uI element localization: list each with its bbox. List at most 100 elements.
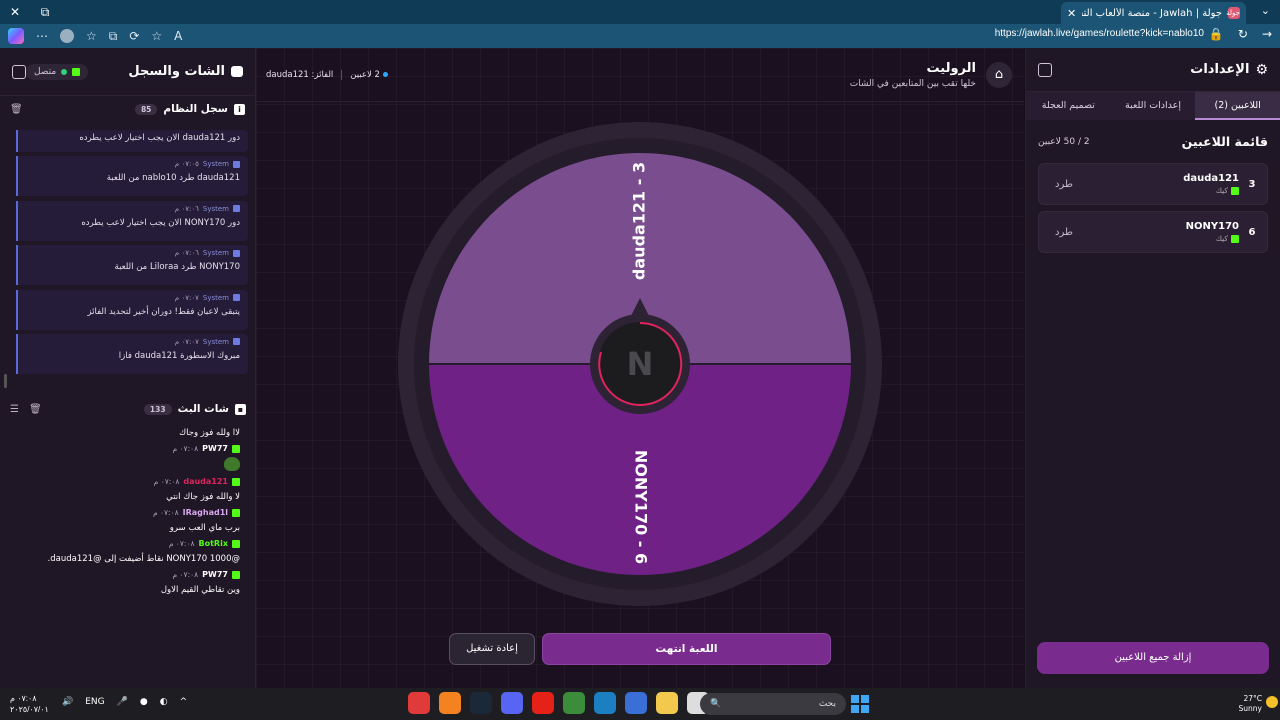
settings-tabs: اللاعبين (2) إعدادات اللعبة تصميم العجلة [1026, 92, 1280, 120]
game-header: ⌂ الروليت خلها تقب بين المتابعين في الشا… [256, 48, 1024, 102]
log-time: ٠٧:٠٦ م [174, 204, 199, 213]
system-icon [233, 294, 240, 302]
message-text: @NONY170 1000 نقاط أضيفت إلى @dauda121. [47, 554, 240, 564]
app-container: الشات والسجل متصل i سجل النظام 85 🗑 دور … [0, 48, 1280, 688]
windows-taskbar: ٠٧:٠٨ م ٢٠٢٥/٠٧/٠١ 🔊 ENG 🎤 ● ◐ ^ بحث 🔍 2… [0, 688, 1280, 720]
players-header: قائمة اللاعبين 2 / 50 لاعبين [1026, 120, 1280, 157]
speaker-icon[interactable]: 🔊 [62, 697, 73, 707]
trash-icon[interactable]: 🗑 [29, 404, 42, 415]
message-text: لا والله فوز جاك انتي [166, 492, 240, 502]
tab-wheel-design[interactable]: تصميم العجلة [1026, 92, 1111, 120]
chrome-icon[interactable] [563, 692, 585, 714]
steam-icon[interactable] [470, 692, 492, 714]
log-text: يتبقى لاعبان فقط! دوران أخير لتحديد الفا… [87, 306, 240, 317]
players-status: 2 لاعبين [350, 70, 388, 80]
message-user[interactable]: BotRix [199, 539, 228, 548]
address-bar: ⋯ ☆ ⧉ ⟳ ☆ A https://jawlah.live/games/ro… [0, 24, 1280, 48]
kick-player-button[interactable]: طرد [1055, 179, 1073, 190]
kick-icon [232, 539, 240, 548]
url-field[interactable]: https://jawlah.live/games/roulette?kick=… [995, 28, 1204, 39]
edge-icon[interactable] [594, 692, 616, 714]
game-status: 2 لاعبين الفائز: dauda121 [266, 70, 388, 80]
game-ended-button[interactable]: اللعبة انتهت [542, 633, 831, 665]
message-time: ٠٧:٠٨ م [172, 570, 199, 579]
copilot-icon[interactable] [8, 28, 24, 44]
trash-icon[interactable]: 🗑 [10, 104, 23, 115]
kick-icon [72, 67, 81, 76]
language-indicator[interactable]: ENG [85, 697, 104, 707]
tray-app-icon[interactable]: ◐ [160, 697, 168, 707]
read-aloud-icon[interactable]: A [174, 29, 182, 43]
browser-tab-bar: ✕ ⧉ ⌄ + جولة جولة | Jawlah - منصة الألعا… [0, 0, 1280, 24]
lock-icon[interactable]: 🔒 [1209, 27, 1224, 41]
kick-player-button[interactable]: طرد [1055, 227, 1073, 238]
log-text: dauda121 طرد nablo10 من اللعبة [106, 173, 240, 184]
discord-icon[interactable] [501, 692, 523, 714]
tab-game-settings[interactable]: إعدادات اللعبة [1111, 92, 1196, 120]
refresh-icon[interactable]: ↻ [1238, 27, 1248, 41]
extensions-icon[interactable]: ⧉ [109, 29, 118, 44]
log-scrollbar[interactable] [4, 374, 7, 388]
message-user[interactable]: PW77 [202, 570, 228, 579]
weather-sun-icon [1266, 696, 1278, 708]
mic-icon[interactable]: 🎤 [117, 697, 128, 707]
log-time: ٠٧:٠٥ م [174, 160, 199, 169]
close-tab-icon[interactable]: ✕ [1067, 7, 1076, 20]
tab-actions-icon[interactable]: ⧉ [30, 0, 60, 24]
profile-avatar-icon[interactable] [60, 29, 74, 43]
player-number: 3 [1248, 178, 1256, 190]
kick-icon [1231, 234, 1239, 243]
wheel-segment-label: NONY170 - 6 [632, 450, 651, 564]
message-time: ٠٧:٠٨ م [172, 444, 199, 453]
back-icon[interactable]: → [1262, 27, 1272, 41]
gear-icon: ⚙ [1255, 61, 1268, 78]
store-icon[interactable] [625, 692, 647, 714]
log-meta: System ٠٧:٠٦ م [26, 249, 240, 257]
log-item: System ٠٧:٠٦ م NONY170 طرد Liloraa من اللع… [16, 245, 248, 286]
collapse-settings-icon[interactable] [1038, 62, 1052, 77]
message-time: ٠٧:٠٨ م [168, 539, 195, 548]
more-options-icon[interactable]: ⋯ [36, 29, 48, 43]
log-item: System ٠٧:٠٧ م يتبقى لاعبان فقط! دوران أخي… [16, 289, 248, 330]
kick-icon [1231, 186, 1239, 195]
collapse-chat-icon[interactable] [12, 64, 26, 79]
player-name: dauda121 [1183, 173, 1239, 184]
log-time: ٠٧:٠٦ م [174, 249, 199, 258]
settings-header: ⚙ الإعدادات [1026, 48, 1280, 92]
replay-button[interactable]: إعادة تشغيل [449, 633, 535, 665]
message-meta: PW77 ٠٧:٠٨ م [16, 570, 240, 579]
sync-icon[interactable]: ⟳ [129, 29, 139, 43]
roulette-wheel[interactable]: dauda121 - 3 NONY170 - 6 N [396, 120, 884, 611]
chat-message: PW77 ٠٧:٠٨ م [16, 444, 240, 471]
tab-players[interactable]: اللاعبين (2) [1195, 92, 1280, 120]
log-user: System [202, 293, 229, 302]
taskbar-clock[interactable]: ٠٧:٠٨ م ٢٠٢٥/٠٧/٠١ [10, 693, 49, 715]
tray-app-icon[interactable]: ● [140, 697, 148, 707]
message-meta: BotRix ٠٧:٠٨ م [16, 539, 240, 548]
start-button[interactable] [851, 695, 869, 713]
taskbar-app-icon[interactable] [408, 692, 430, 714]
browser-tab-active[interactable]: جولة جولة | Jawlah - منصة الألعاب التفا.… [1061, 2, 1246, 24]
chat-header: الشات والسجل متصل [0, 48, 255, 96]
players-title: قائمة اللاعبين [1181, 134, 1268, 149]
chat-title: الشات والسجل [128, 64, 243, 79]
youtube-icon[interactable] [532, 692, 554, 714]
file-explorer-icon[interactable] [656, 692, 678, 714]
chevron-up-icon[interactable]: ^ [180, 697, 188, 707]
weather-widget[interactable]: 27°C Sunny [1239, 694, 1262, 714]
system-log-list[interactable]: دور dauda121 الان يجب اختيار لاعب يطرده … [16, 130, 248, 376]
tab-search-icon[interactable]: ⌄ [1261, 4, 1270, 17]
message-user[interactable]: dauda121 [183, 477, 228, 486]
filter-icon[interactable]: ☰ [10, 404, 19, 415]
taskbar-search[interactable]: بحث 🔍 [700, 693, 846, 715]
close-window-icon[interactable]: ✕ [0, 0, 30, 24]
message-user[interactable]: IRaghad1l [183, 508, 228, 517]
favorites-icon[interactable]: ☆ [86, 29, 97, 43]
taskbar-app-icon[interactable] [439, 692, 461, 714]
live-chat-list[interactable]: لاا ولله فوز وجاك PW77 ٠٧:٠٨ م dauda121 ٠٧:… [0, 428, 256, 688]
add-favorite-icon[interactable]: ☆ [151, 29, 162, 43]
system-tray: 🔊 ENG 🎤 ● ◐ ^ [62, 697, 187, 707]
home-icon[interactable]: ⌂ [986, 62, 1012, 88]
message-user[interactable]: PW77 [202, 444, 228, 453]
remove-all-players-button[interactable]: إزالة جميع اللاعبين [1037, 642, 1269, 674]
